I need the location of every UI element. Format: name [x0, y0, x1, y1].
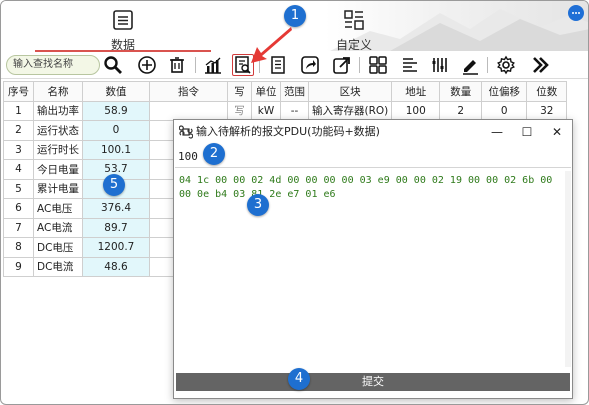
cell-no: 6: [3, 198, 34, 219]
scrollbar[interactable]: [565, 171, 571, 367]
header-unit[interactable]: 单位: [251, 81, 281, 102]
more-menu-button[interactable]: [568, 5, 584, 21]
callout-badge: 3: [247, 194, 269, 216]
cell-value[interactable]: 89.7: [82, 217, 150, 238]
header-bit-offset[interactable]: 位偏移: [481, 81, 528, 102]
more-right-icon: [533, 57, 549, 73]
cell-no: 8: [3, 237, 34, 258]
cell-no: 7: [3, 217, 34, 238]
chart-icon: [205, 57, 221, 74]
cell-value[interactable]: 376.4: [82, 198, 150, 219]
callout-arrow: [251, 27, 292, 63]
search-input[interactable]: 输入查找名称: [6, 55, 100, 75]
settings-button[interactable]: [495, 54, 517, 76]
delete-icon: [170, 57, 184, 73]
columns-button[interactable]: [429, 54, 451, 76]
table-header-row: 序号 名称 数值 指令 写 单位 范围 区块 地址 数量 位偏移 位数: [3, 81, 568, 102]
cell-value[interactable]: 58.9: [82, 100, 150, 121]
cell-value[interactable]: 100.1: [82, 139, 150, 160]
search-button[interactable]: [102, 54, 124, 76]
dialog-title-bar[interactable]: 输入待解析的报文PDU(功能码+数据) — ☐ ✕: [174, 120, 572, 144]
header-bits[interactable]: 位数: [526, 81, 568, 102]
header-address[interactable]: 地址: [391, 81, 441, 102]
cell-name: AC电压: [33, 198, 83, 219]
header-no[interactable]: 序号: [3, 81, 34, 102]
edit-icon: [463, 60, 478, 75]
search-icon: [104, 56, 122, 74]
share-icon: [333, 57, 350, 74]
cell-write[interactable]: 写: [227, 100, 252, 121]
cell-name: 今日电量: [33, 159, 83, 180]
cell-name: 运行状态: [33, 120, 83, 141]
cell-count: 2: [439, 100, 483, 121]
columns-icon: [432, 58, 447, 72]
dialog-title: 输入待解析的报文PDU(功能码+数据): [196, 125, 380, 138]
cell-value[interactable]: 48.6: [82, 256, 150, 277]
close-button[interactable]: ✕: [542, 120, 572, 144]
settings-icon: [497, 55, 515, 75]
cell-bits: 32: [526, 100, 568, 121]
more-right-button[interactable]: [529, 54, 551, 76]
cell-block: 输入寄存器(RO): [307, 100, 393, 121]
share-button[interactable]: [331, 54, 353, 76]
minimize-button[interactable]: —: [482, 120, 512, 144]
cell-no: 1: [3, 100, 34, 121]
callout-badge: 4: [288, 368, 310, 390]
header-value[interactable]: 数值: [82, 81, 150, 102]
add-button[interactable]: [136, 54, 158, 76]
header-block[interactable]: 区块: [307, 81, 393, 102]
align-left-button[interactable]: [399, 54, 421, 76]
header-write[interactable]: 写: [227, 81, 252, 102]
table-row[interactable]: 1 输出功率 58.9 写 kW -- 输入寄存器(RO) 100 2 0 32: [3, 100, 568, 121]
slave-address-input[interactable]: 100: [175, 146, 571, 168]
delete-button[interactable]: [166, 54, 188, 76]
cell-value[interactable]: 1200.7: [82, 237, 150, 258]
cell-bit-offset: 0: [481, 100, 528, 121]
cell-name: AC电流: [33, 217, 83, 238]
callout-badge: 2: [203, 143, 225, 165]
command-key-icon: [179, 125, 193, 139]
header-count[interactable]: 数量: [439, 81, 483, 102]
cell-no: 2: [3, 120, 34, 141]
cell-no: 5: [3, 178, 34, 199]
callout-badge: 1: [284, 5, 306, 27]
app-window: 数据 自定义 输入查找名称 序号 名称 数值 指令 写 单位 范围 区块 地址 …: [0, 0, 589, 405]
export-icon: [301, 56, 319, 74]
cell-no: 3: [3, 139, 34, 160]
parse-pdu-dialog: 输入待解析的报文PDU(功能码+数据) — ☐ ✕ 100 04 1c 00 0…: [173, 119, 573, 399]
cell-name: 累计电量: [33, 178, 83, 199]
cell-value[interactable]: 0: [82, 120, 150, 141]
grid-view-button[interactable]: [367, 54, 389, 76]
header-command[interactable]: 指令: [149, 81, 228, 102]
callout-badge: 5: [103, 174, 125, 196]
cell-command[interactable]: [149, 100, 228, 121]
add-icon: [138, 56, 156, 74]
grid-dashboard-icon: [344, 10, 364, 30]
cell-name: 输出功率: [33, 100, 83, 121]
export-button[interactable]: [299, 54, 321, 76]
align-left-icon: [403, 58, 417, 72]
cell-name: DC电流: [33, 256, 83, 277]
edit-button[interactable]: [459, 54, 481, 76]
maximize-button[interactable]: ☐: [512, 120, 542, 144]
chart-button[interactable]: [202, 54, 224, 76]
cell-name: 运行时长: [33, 139, 83, 160]
cell-address: 100: [391, 100, 441, 121]
toolbar: 输入查找名称: [1, 51, 588, 79]
submit-button[interactable]: 提交: [176, 373, 570, 391]
cell-range: --: [280, 100, 309, 121]
pdu-hex-textarea[interactable]: 04 1c 00 00 02 4d 00 00 00 00 03 e9 00 0…: [175, 171, 571, 367]
tab-data[interactable]: 数据: [35, 9, 211, 52]
cell-name: DC电压: [33, 237, 83, 258]
grid-view-icon: [369, 56, 387, 74]
header-name[interactable]: 名称: [33, 81, 83, 102]
tab-custom[interactable]: 自定义: [314, 9, 394, 52]
header-range[interactable]: 范围: [280, 81, 309, 102]
cell-no: 4: [3, 159, 34, 180]
list-box-icon: [113, 10, 133, 30]
cell-no: 9: [3, 256, 34, 277]
cell-unit: kW: [251, 100, 281, 121]
